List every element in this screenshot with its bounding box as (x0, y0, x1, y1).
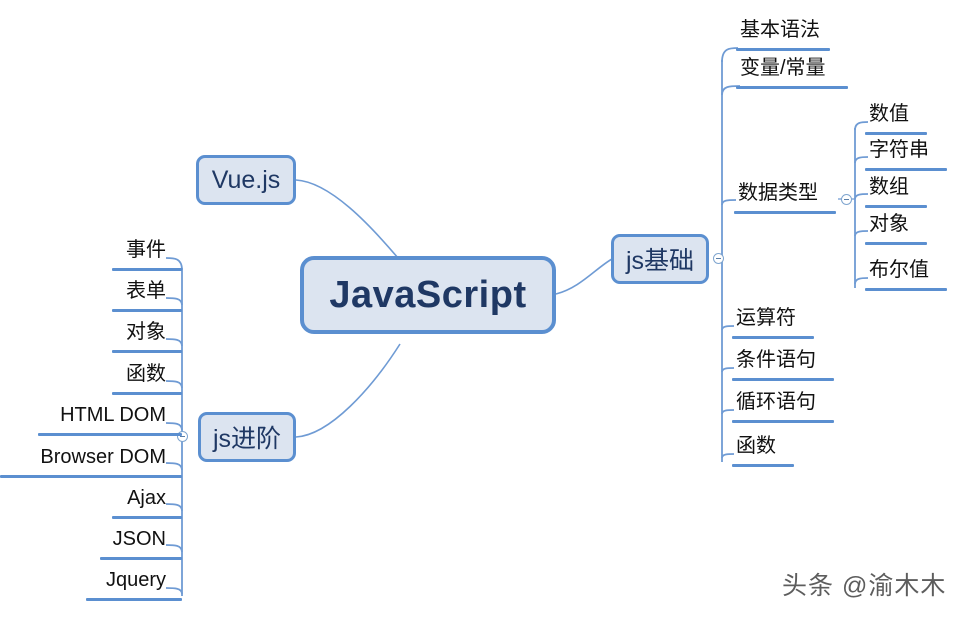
leaf-underline-json (100, 557, 182, 560)
leaf-html-dom-label: HTML DOM (60, 404, 166, 426)
leaf-underline-functions-basic (732, 464, 794, 467)
leaf-underline-object-basic (865, 242, 927, 245)
leaf-functions-advanced-label: 函数 (126, 363, 166, 385)
leaf-functions-basic[interactable]: 函数 (736, 436, 776, 457)
leaf-jquery[interactable]: Jquery (0, 570, 166, 591)
leaf-underline-data-types (734, 211, 836, 214)
branch-node-js-advanced[interactable]: js进阶 (198, 412, 296, 462)
leaf-underline-events (112, 268, 182, 271)
leaf-json-label: JSON (112, 528, 166, 550)
leaf-events-label: 事件 (126, 239, 166, 261)
leaf-boolean-label: 布尔值 (869, 259, 929, 281)
leaf-operators[interactable]: 运算符 (736, 308, 796, 329)
root-node-javascript[interactable]: JavaScript (300, 256, 556, 334)
branch-node-js-basics[interactable]: js基础 (611, 234, 709, 284)
leaf-json[interactable]: JSON (0, 529, 166, 550)
collapse-toggle-data-types[interactable] (841, 194, 852, 205)
leaf-ajax-label: Ajax (127, 487, 166, 509)
leaf-conditional-statements-label: 条件语句 (736, 349, 816, 371)
leaf-underline-boolean (865, 288, 947, 291)
watermark: 头条 @渝木木 (782, 566, 946, 602)
leaf-object-basic-label: 对象 (869, 213, 909, 235)
leaf-functions-basic-label: 函数 (736, 435, 776, 457)
leaf-data-types[interactable]: 数据类型 (738, 183, 818, 204)
leaf-basic-syntax[interactable]: 基本语法 (740, 20, 820, 41)
leaf-basic-syntax-label: 基本语法 (740, 19, 820, 41)
leaf-object-basic[interactable]: 对象 (869, 214, 909, 235)
leaf-objects-advanced[interactable]: 对象 (0, 322, 166, 343)
leaf-underline-conditional-statements (732, 378, 834, 381)
leaf-underline-jquery (86, 598, 182, 601)
root-node-label: JavaScript (329, 273, 527, 316)
leaf-data-types-label: 数据类型 (738, 182, 818, 204)
leaf-number-label: 数值 (869, 103, 909, 125)
leaf-variables-constants[interactable]: 变量/常量 (740, 58, 826, 79)
leaf-browser-dom-label: Browser DOM (40, 446, 166, 468)
leaf-browser-dom[interactable]: Browser DOM (0, 447, 166, 468)
leaf-array[interactable]: 数组 (869, 177, 909, 198)
leaf-html-dom[interactable]: HTML DOM (0, 405, 166, 426)
leaf-underline-forms (112, 309, 182, 312)
leaf-conditional-statements[interactable]: 条件语句 (736, 350, 816, 371)
leaf-underline-basic-syntax (736, 48, 830, 51)
leaf-underline-functions-advanced (112, 392, 182, 395)
leaf-string[interactable]: 字符串 (869, 140, 929, 161)
leaf-jquery-label: Jquery (105, 569, 166, 591)
leaf-underline-variables-constants (736, 86, 848, 89)
branch-node-js-basics-label: js基础 (625, 247, 695, 275)
leaf-underline-array (865, 205, 927, 208)
leaf-forms-label: 表单 (126, 280, 166, 302)
watermark-text: 头条 @渝木木 (782, 572, 947, 600)
leaf-functions-advanced[interactable]: 函数 (0, 364, 166, 385)
leaf-loop-statements[interactable]: 循环语句 (736, 392, 816, 413)
leaf-loop-statements-label: 循环语句 (736, 391, 816, 413)
leaf-underline-objects-advanced (112, 350, 182, 353)
leaf-ajax[interactable]: Ajax (0, 488, 166, 509)
leaf-underline-browser-dom (0, 475, 182, 478)
leaf-events[interactable]: 事件 (0, 240, 166, 261)
leaf-array-label: 数组 (869, 176, 909, 198)
leaf-forms[interactable]: 表单 (0, 281, 166, 302)
leaf-underline-number (865, 132, 927, 135)
leaf-underline-ajax (112, 516, 182, 519)
leaf-underline-loop-statements (732, 420, 834, 423)
leaf-underline-html-dom (38, 433, 182, 436)
leaf-objects-advanced-label: 对象 (126, 321, 166, 343)
leaf-operators-label: 运算符 (736, 307, 796, 329)
leaf-boolean[interactable]: 布尔值 (869, 260, 929, 281)
leaf-variables-constants-label: 变量/常量 (740, 57, 826, 79)
leaf-underline-operators (732, 336, 814, 339)
leaf-underline-string (865, 168, 947, 171)
branch-node-vue[interactable]: Vue.js (196, 155, 296, 205)
leaf-number[interactable]: 数值 (869, 104, 909, 125)
branch-node-js-advanced-label: js进阶 (212, 425, 282, 453)
branch-node-vue-label: Vue.js (211, 165, 281, 194)
mindmap-canvas: JavaScript Vue.js js基础 js进阶 基本语法 变量/常量 数… (0, 0, 960, 620)
leaf-string-label: 字符串 (869, 139, 929, 161)
collapse-toggle-js-basics[interactable] (713, 253, 724, 264)
